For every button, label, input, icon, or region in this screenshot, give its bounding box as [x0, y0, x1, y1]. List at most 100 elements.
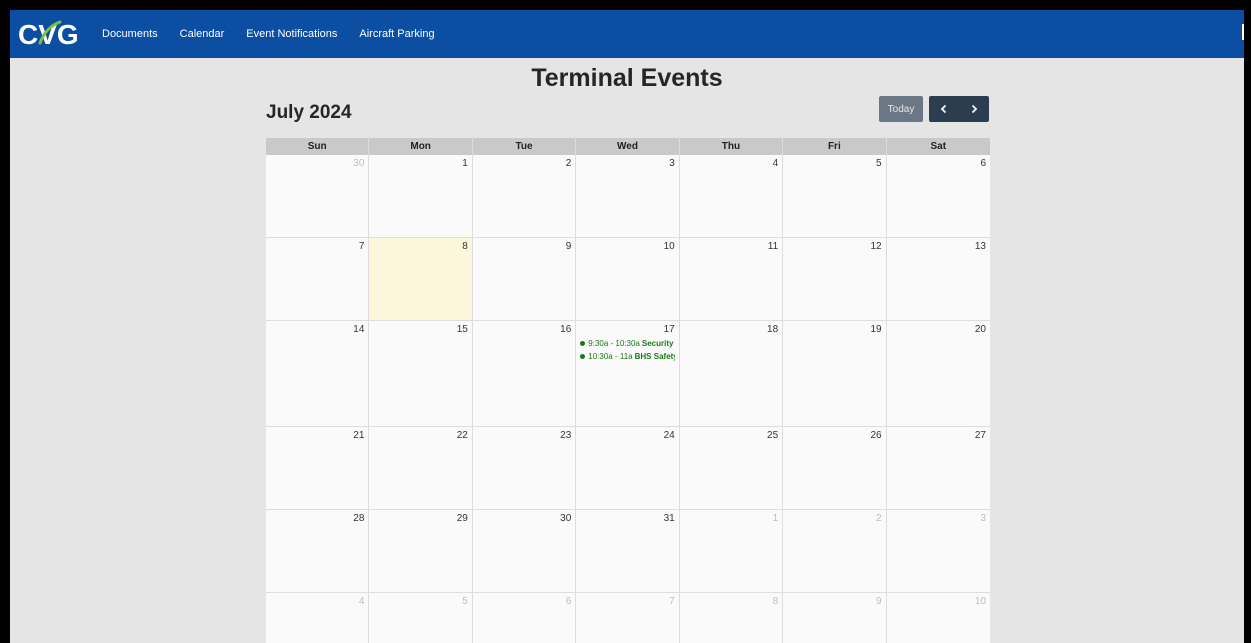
dow-sat: Sat — [930, 141, 947, 152]
day-number[interactable]: 31 — [580, 513, 675, 524]
calendar-day[interactable]: 5 — [369, 593, 473, 643]
day-number[interactable]: 8 — [684, 596, 779, 607]
day-number[interactable]: 7 — [580, 596, 675, 607]
nav-calendar[interactable]: Calendar — [180, 28, 225, 40]
cvg-logo[interactable]: CVG — [16, 14, 84, 54]
calendar-day[interactable]: 3 — [886, 510, 990, 592]
calendar-event[interactable]: 10:30a - 11a BHS Safety — [580, 352, 675, 361]
day-number[interactable]: 26 — [787, 430, 881, 441]
nav-documents[interactable]: Documents — [102, 28, 158, 40]
day-number[interactable]: 27 — [891, 430, 986, 441]
calendar-day[interactable]: 11 — [679, 238, 784, 320]
day-number[interactable]: 10 — [891, 596, 986, 607]
day-number[interactable]: 2 — [477, 158, 572, 169]
calendar-day[interactable]: 1 — [679, 510, 784, 592]
calendar-day[interactable]: 15 — [369, 321, 473, 426]
day-number[interactable]: 3 — [580, 158, 675, 169]
calendar-day[interactable]: 27 — [886, 427, 990, 509]
day-number[interactable]: 15 — [373, 324, 468, 335]
day-number[interactable]: 30 — [477, 513, 571, 524]
day-number[interactable]: 4 — [684, 158, 779, 169]
day-number[interactable]: 13 — [891, 241, 986, 252]
day-number[interactable]: 7 — [270, 241, 365, 252]
day-number[interactable]: 9 — [787, 596, 882, 607]
day-number[interactable]: 25 — [684, 430, 778, 441]
day-number[interactable]: 21 — [270, 430, 364, 441]
calendar-day[interactable]: 13 — [886, 238, 990, 320]
day-number[interactable]: 6 — [891, 158, 986, 169]
day-number[interactable]: 4 — [270, 596, 365, 607]
calendar-day[interactable]: 7 — [266, 238, 370, 320]
calendar-day[interactable]: 4 — [266, 593, 370, 643]
calendar-day[interactable]: 20 — [886, 321, 990, 426]
calendar-day[interactable]: 10 — [576, 238, 680, 320]
calendar-day[interactable]: 30 — [472, 510, 577, 592]
top-navbar: CVG Documents Calendar Event Notificatio… — [10, 10, 1244, 58]
day-number[interactable]: 22 — [373, 430, 468, 441]
calendar-day[interactable]: 18 — [679, 321, 784, 426]
day-number[interactable]: 1 — [684, 513, 779, 524]
calendar-day[interactable]: 21 — [266, 427, 370, 509]
day-number[interactable]: 11 — [684, 241, 778, 252]
day-number[interactable]: 16 — [477, 324, 571, 335]
calendar-day[interactable]: 7 — [576, 593, 680, 643]
day-number[interactable]: 10 — [580, 241, 675, 252]
calendar-week-row: 28 29 30 31 1 2 3 — [266, 510, 990, 593]
calendar-day[interactable]: 30 — [266, 155, 370, 237]
calendar-event[interactable]: 9:30a - 10:30a Security — [580, 339, 674, 348]
calendar-day[interactable]: 24 — [576, 427, 680, 509]
calendar-day[interactable]: 10 — [886, 593, 990, 643]
calendar-day[interactable]: 17 9:30a - 10:30a Security 10:30a - 11a BHS … — [576, 321, 680, 426]
calendar-day[interactable]: 6 — [472, 593, 577, 643]
day-number[interactable]: 18 — [684, 324, 778, 335]
calendar-day[interactable]: 26 — [783, 427, 887, 509]
calendar-day[interactable]: 9 — [472, 238, 577, 320]
next-month-button[interactable] — [959, 96, 989, 122]
nav-aircraft-parking[interactable]: Aircraft Parking — [359, 28, 434, 40]
calendar-day[interactable]: 5 — [783, 155, 887, 237]
scrollbar[interactable] — [1242, 24, 1244, 40]
calendar-day[interactable]: 22 — [369, 427, 473, 509]
calendar-day[interactable]: 9 — [783, 593, 887, 643]
calendar-day[interactable]: 4 — [679, 155, 784, 237]
calendar-day[interactable]: 25 — [679, 427, 784, 509]
calendar-day[interactable]: 6 — [886, 155, 990, 237]
calendar-day[interactable]: 29 — [369, 510, 473, 592]
calendar-day[interactable]: 8 — [679, 593, 784, 643]
day-number[interactable]: 28 — [270, 513, 364, 524]
day-number[interactable]: 3 — [891, 513, 986, 524]
day-number[interactable]: 2 — [787, 513, 882, 524]
day-number[interactable]: 5 — [373, 596, 468, 607]
day-number[interactable]: 14 — [270, 324, 364, 335]
day-number[interactable]: 5 — [787, 158, 882, 169]
calendar-day[interactable]: 12 — [783, 238, 887, 320]
calendar-day[interactable]: 16 — [472, 321, 577, 426]
nav-event-notifications[interactable]: Event Notifications — [246, 28, 337, 40]
svg-text:CVG: CVG — [18, 19, 79, 50]
day-number[interactable]: 1 — [373, 158, 468, 169]
day-number[interactable]: 24 — [580, 430, 675, 441]
day-number[interactable]: 6 — [477, 596, 572, 607]
calendar-day[interactable]: 31 — [576, 510, 680, 592]
day-number[interactable]: 17 — [580, 324, 675, 335]
calendar-day[interactable]: 28 — [266, 510, 370, 592]
day-number[interactable]: 9 — [477, 241, 572, 252]
calendar-day-today[interactable]: 8 — [369, 238, 473, 320]
calendar-day[interactable]: 1 — [369, 155, 473, 237]
day-number[interactable]: 29 — [373, 513, 468, 524]
day-number[interactable]: 8 — [373, 241, 468, 252]
calendar-week-row: 4 5 6 7 8 9 10 — [266, 593, 990, 643]
day-number[interactable]: 20 — [891, 324, 986, 335]
calendar-day[interactable]: 14 — [266, 321, 370, 426]
day-number[interactable]: 23 — [477, 430, 571, 441]
day-number[interactable]: 30 — [270, 158, 364, 169]
today-button[interactable]: Today — [879, 96, 923, 122]
day-number[interactable]: 19 — [787, 324, 881, 335]
day-number[interactable]: 12 — [787, 241, 881, 252]
calendar-day[interactable]: 2 — [472, 155, 577, 237]
prev-month-button[interactable] — [929, 96, 959, 122]
calendar-day[interactable]: 19 — [783, 321, 887, 426]
calendar-day[interactable]: 23 — [472, 427, 577, 509]
calendar-day[interactable]: 2 — [783, 510, 887, 592]
calendar-day[interactable]: 3 — [576, 155, 680, 237]
